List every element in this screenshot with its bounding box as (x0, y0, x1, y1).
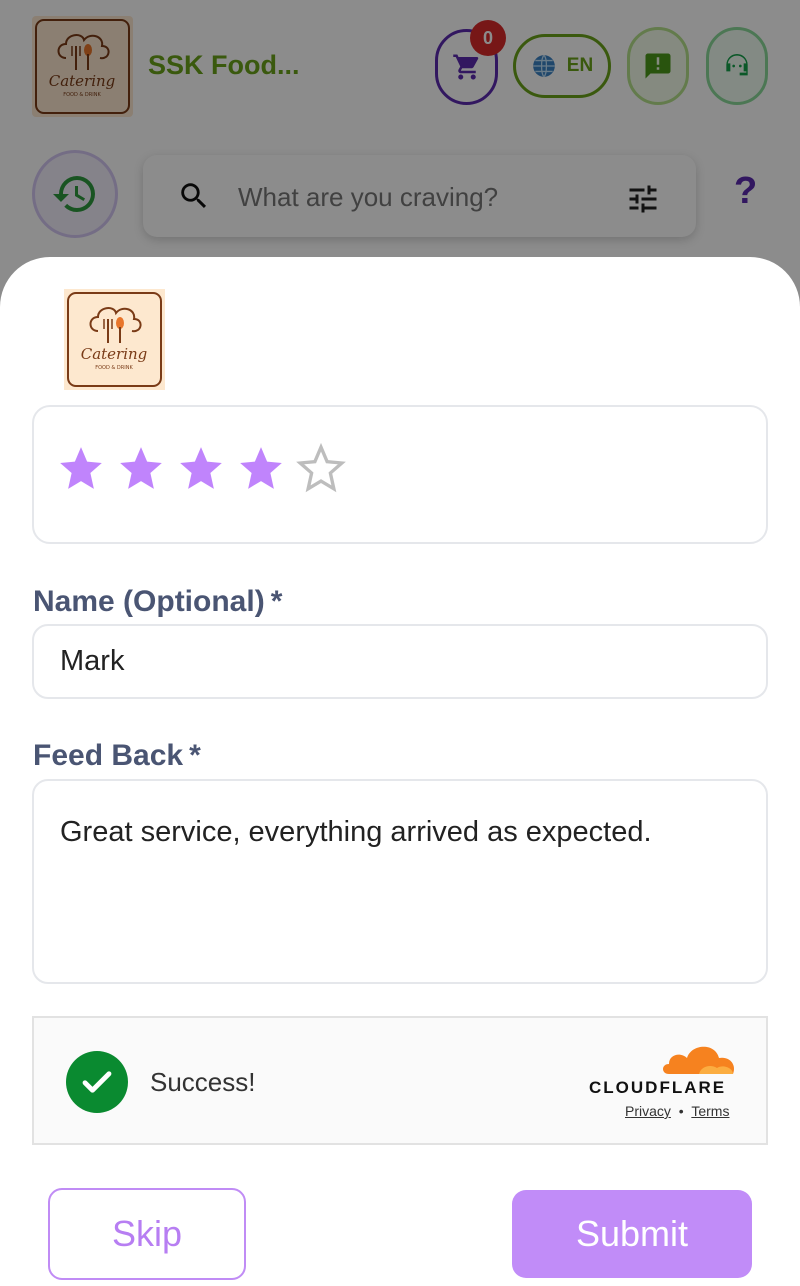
name-label-text: Name (Optional) (33, 585, 265, 618)
links-separator: • (678, 1103, 684, 1119)
catering-logo-icon: Catering FOOD & DRINK (67, 292, 162, 387)
cloudflare-links: Privacy • Terms (625, 1103, 729, 1119)
cloudflare-name: CLOUDFLARE (589, 1078, 727, 1097)
feedback-label-text: Feed Back (33, 739, 184, 772)
captcha-widget: Success! CLOUDFLARE Privacy • Terms (32, 1016, 768, 1145)
sheet-logo-text: Catering (81, 345, 148, 363)
name-required-mark: * (270, 585, 283, 618)
submit-button[interactable]: Submit (512, 1190, 752, 1278)
sheet-logo-subtext: FOOD & DRINK (95, 365, 133, 371)
sheet-logo: Catering FOOD & DRINK (64, 289, 165, 390)
star-filled-icon[interactable] (56, 443, 106, 493)
star-empty-icon[interactable] (296, 443, 346, 493)
star-rating[interactable] (56, 443, 346, 493)
terms-link[interactable]: Terms (691, 1103, 729, 1119)
feedback-label: Feed Back * (33, 739, 201, 773)
feedback-required-mark: * (189, 739, 201, 772)
captcha-status: Success! (150, 1067, 256, 1097)
rating-card (32, 405, 768, 544)
star-filled-icon[interactable] (176, 443, 226, 493)
star-filled-icon[interactable] (236, 443, 286, 493)
cloudflare-cloud-icon (663, 1046, 735, 1074)
name-input[interactable] (32, 624, 768, 699)
skip-button[interactable]: Skip (48, 1188, 246, 1280)
privacy-link[interactable]: Privacy (625, 1103, 671, 1119)
star-filled-icon[interactable] (116, 443, 166, 493)
feedback-textarea[interactable]: Great service, everything arrived as exp… (32, 779, 768, 984)
name-label: Name (Optional) * (33, 585, 282, 619)
cloudflare-brand: CLOUDFLARE Privacy • Terms (589, 1040, 739, 1130)
feedback-sheet: Catering FOOD & DRINK Name (Optional)* F… (0, 257, 800, 1286)
success-check-icon (66, 1051, 128, 1113)
